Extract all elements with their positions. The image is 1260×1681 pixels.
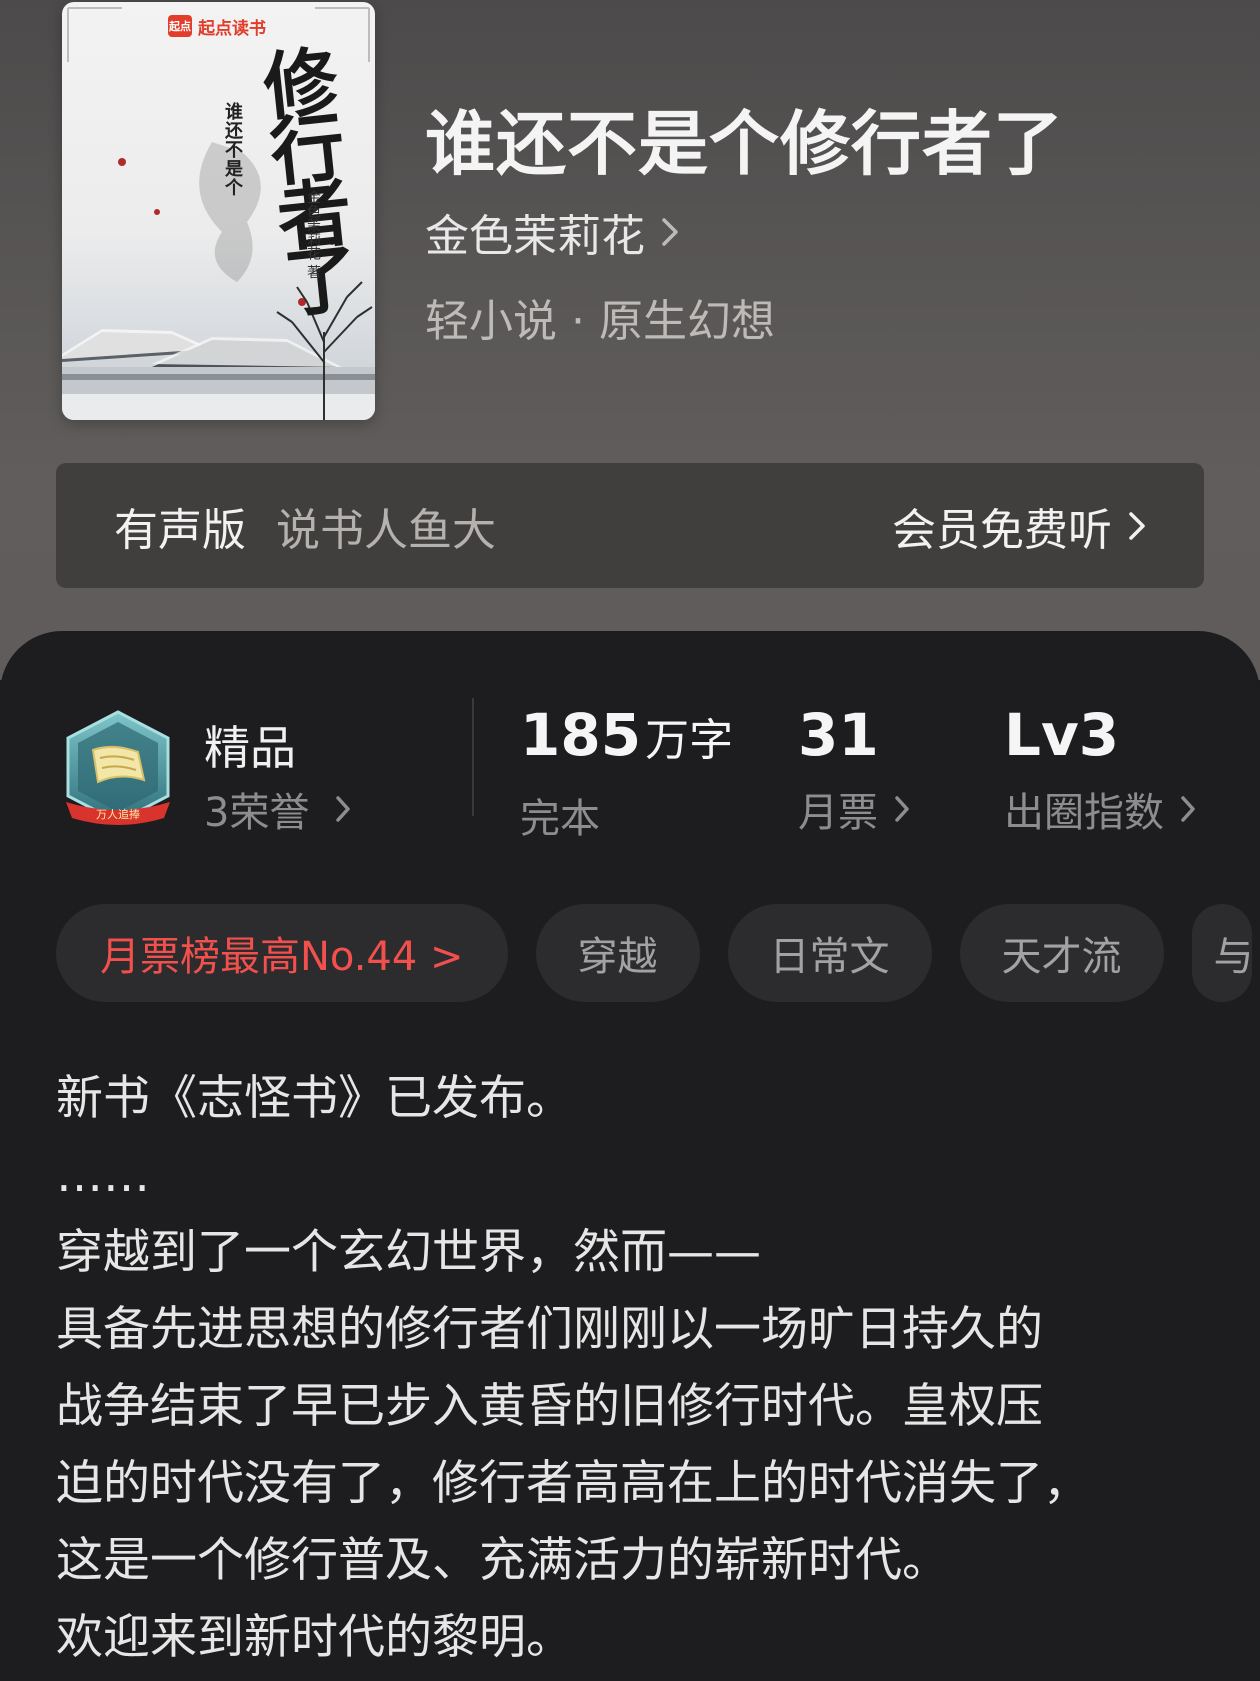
author-link[interactable]: 金色茉莉花: [425, 200, 679, 264]
audio-version-bar[interactable]: 有声版 说书人鱼大 会员免费听: [56, 463, 1204, 588]
badge-ribbon-text: 万人追捧: [96, 807, 140, 821]
monthly-ticket-value: 31: [798, 701, 879, 769]
cover-author: 金色茉莉花 著: [305, 190, 321, 279]
word-count-unit: 万字: [645, 715, 734, 766]
stat-monthly-tickets[interactable]: 31 月票: [798, 700, 910, 838]
tag-chip[interactable]: 穿越: [535, 904, 700, 1002]
book-genre[interactable]: 轻小说 · 原生幻想: [425, 285, 775, 349]
tag-chip[interactable]: 天才流: [959, 904, 1164, 1002]
description-line: 欢迎来到新时代的黎明。: [56, 1610, 573, 1665]
completion-status: 完本: [520, 796, 600, 842]
honor-badge-icon[interactable]: 万人追捧: [58, 708, 178, 832]
stat-popularity-index[interactable]: Lv3 出圈指数: [1004, 700, 1196, 838]
rank-tag[interactable]: 月票榜最高No.44 >: [56, 904, 508, 1002]
honor-count-link[interactable]: 3荣誉: [204, 780, 351, 838]
tag-list: 月票榜最高No.44 > 穿越 日常文 天才流 与: [56, 904, 1254, 1002]
book-header: 起点 起点读书 谁还不是个 修行者了 金色茉莉花 著 谁还不是个修行者了 金色茉…: [0, 0, 1260, 680]
description-line: 战争结束了早已步入黄昏的旧修行时代。皇权压: [56, 1379, 1043, 1434]
book-detail-page: 起点 起点读书 谁还不是个 修行者了 金色茉莉花 著 谁还不是个修行者了 金色茉…: [0, 0, 1260, 1681]
audio-label: 有声版: [114, 504, 246, 556]
qidian-logo-icon: 起点: [168, 15, 192, 37]
description-line: 这是一个修行普及、充满活力的崭新时代。: [56, 1533, 949, 1588]
honor-count: 3荣誉: [204, 790, 310, 836]
member-listen-button[interactable]: 会员免费听: [892, 494, 1146, 558]
tag-chip[interactable]: 日常文: [727, 904, 932, 1002]
stat-word-count: 185万字 完本: [520, 700, 733, 844]
member-listen-label: 会员免费听: [892, 504, 1112, 556]
author-name: 金色茉莉花: [425, 211, 645, 262]
description-line: 穿越到了一个玄幻世界，然而——: [56, 1225, 761, 1280]
description-line: 具备先进思想的修行者们刚刚以一场旷日持久的: [56, 1302, 1043, 1357]
cover-logo: 起点 起点读书: [168, 13, 266, 39]
audio-narrator: 说书人鱼大: [276, 504, 496, 556]
description-line: 新书《志怪书》已发布。: [56, 1071, 573, 1126]
word-count-value: 185: [520, 701, 642, 769]
stats-divider: [472, 698, 474, 816]
chevron-right-icon: [1181, 796, 1195, 822]
tag-chip-partial[interactable]: 与: [1191, 904, 1254, 1002]
description-line: 迫的时代没有了，修行者高高在上的时代消失了，: [56, 1456, 1090, 1511]
cover-logo-text: 起点读书: [198, 18, 266, 39]
book-title: 谁还不是个修行者了: [425, 102, 1064, 185]
book-description[interactable]: 新书《志怪书》已发布。 …… 穿越到了一个玄幻世界，然而—— 具备先进思想的修行…: [56, 1060, 1216, 1676]
chevron-right-icon: [662, 218, 678, 246]
chevron-right-icon: [1129, 511, 1145, 540]
chevron-right-icon: [895, 796, 909, 822]
popularity-level-value: Lv3: [1004, 701, 1120, 769]
description-line: ……: [56, 1148, 150, 1203]
monthly-ticket-label: 月票: [798, 790, 878, 836]
popularity-index-label: 出圈指数: [1004, 790, 1164, 836]
chevron-right-icon: [336, 796, 351, 822]
book-cover[interactable]: 起点 起点读书 谁还不是个 修行者了 金色茉莉花 著: [62, 2, 375, 420]
honor-name: 精品: [204, 721, 296, 775]
